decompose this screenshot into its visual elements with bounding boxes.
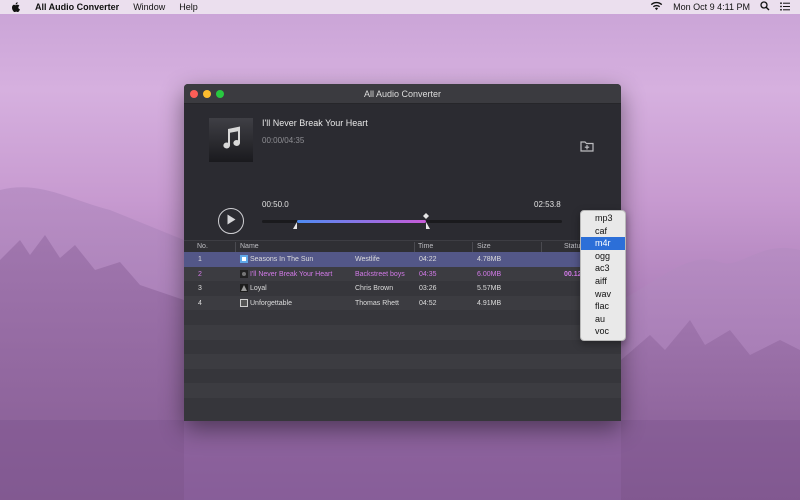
- player-panel: I'll Never Break Your Heart 00:00/04:35 …: [184, 104, 621, 240]
- track-artist: Westlife: [355, 256, 380, 263]
- track-artist: Backstreet boys: [355, 270, 405, 278]
- empty-row: [184, 383, 621, 398]
- menu-help[interactable]: Help: [179, 0, 198, 14]
- window-title: All Audio Converter: [363, 89, 442, 99]
- track-artist: Chris Brown: [355, 285, 394, 293]
- column-divider: [235, 242, 236, 252]
- track-duration: 04:52: [419, 299, 437, 307]
- track-size: 5.57MB: [477, 285, 502, 293]
- app-window: All Audio Converter I'll Never Break You…: [184, 84, 621, 421]
- add-folder-icon[interactable]: [580, 139, 594, 152]
- format-option-flac[interactable]: flac: [581, 300, 625, 313]
- format-option-voc[interactable]: voc: [581, 325, 625, 338]
- track-name: Loyal: [250, 285, 267, 293]
- album-art-thumbnail: [240, 298, 248, 307]
- format-option-m4r[interactable]: m4r: [581, 237, 625, 250]
- album-cover: [209, 118, 253, 162]
- row-number: 1: [198, 256, 202, 263]
- empty-row: [184, 339, 621, 355]
- menu-bar: All Audio Converter Window Help Mon Oct …: [0, 0, 800, 14]
- track-size: 4.91MB: [477, 299, 502, 307]
- trim-slider-track[interactable]: [262, 213, 562, 229]
- track-duration: 04:35: [419, 270, 437, 278]
- format-option-au[interactable]: au: [581, 313, 625, 326]
- track-size: 6.00MB: [477, 270, 502, 278]
- album-art-thumbnail: [240, 269, 248, 278]
- format-option-aiff[interactable]: aiff: [581, 275, 625, 288]
- playback-time: 00:00/04:35: [262, 136, 305, 145]
- menu-app-name[interactable]: All Audio Converter: [35, 0, 119, 14]
- empty-row: [184, 354, 621, 369]
- table-row[interactable]: 4 Unforgettable Thomas Rhett 04:52 4.91M…: [184, 295, 621, 311]
- empty-row: [184, 397, 621, 413]
- format-option-caf[interactable]: caf: [581, 225, 625, 238]
- column-divider: [472, 242, 473, 252]
- row-number: 2: [198, 270, 202, 278]
- format-option-ogg[interactable]: ogg: [581, 250, 625, 263]
- format-option-ac3[interactable]: ac3: [581, 262, 625, 275]
- album-art-thumbnail: [240, 284, 248, 293]
- track-name: Unforgettable: [250, 299, 293, 307]
- play-button[interactable]: [218, 208, 244, 234]
- format-dropdown-menu: mp3 caf m4r ogg ac3 aiff wav flac au voc: [580, 210, 626, 341]
- format-option-mp3[interactable]: mp3: [581, 212, 625, 225]
- empty-row: [184, 310, 621, 325]
- wifi-icon[interactable]: [650, 1, 663, 13]
- trim-start-handle[interactable]: [293, 213, 301, 229]
- file-table: No. Name Time Size Status 1 Seasons In T…: [184, 240, 621, 421]
- play-icon: [226, 212, 236, 230]
- table-row[interactable]: 1 Seasons In The Sun Westlife 04:22 4.78…: [184, 252, 621, 267]
- track-name: Seasons In The Sun: [250, 256, 314, 263]
- album-art-thumbnail: [240, 255, 248, 263]
- track-duration: 04:22: [419, 256, 437, 263]
- header-time[interactable]: Time: [418, 243, 433, 250]
- trim-end-handle[interactable]: [422, 213, 430, 229]
- format-option-wav[interactable]: wav: [581, 288, 625, 301]
- trim-end-time[interactable]: 02:53.8: [534, 200, 561, 209]
- header-no[interactable]: No.: [197, 243, 208, 250]
- empty-row: [184, 368, 621, 384]
- song-title: I'll Never Break Your Heart: [262, 118, 368, 128]
- music-note-icon: [220, 126, 242, 155]
- spotlight-search-icon[interactable]: [760, 1, 770, 13]
- trim-selection-range: [297, 220, 426, 223]
- track-duration: 03:26: [419, 285, 437, 293]
- column-divider: [541, 242, 542, 252]
- clock-text[interactable]: Mon Oct 9 4:11 PM: [673, 2, 750, 12]
- apple-menu-icon[interactable]: [11, 1, 23, 13]
- track-name: I'll Never Break Your Heart: [250, 270, 333, 278]
- track-status: 00.12: [564, 270, 582, 278]
- table-header: No. Name Time Size Status: [184, 240, 621, 252]
- empty-row: [184, 324, 621, 340]
- column-divider: [414, 242, 415, 252]
- menu-window[interactable]: Window: [133, 0, 165, 14]
- table-row[interactable]: 3 Loyal Chris Brown 03:26 5.57MB: [184, 281, 621, 296]
- row-number: 4: [198, 299, 202, 307]
- notification-center-icon[interactable]: [780, 1, 790, 13]
- track-artist: Thomas Rhett: [355, 299, 399, 307]
- header-size[interactable]: Size: [477, 243, 491, 250]
- header-name[interactable]: Name: [240, 243, 259, 250]
- trim-start-time[interactable]: 00:50.0: [262, 200, 289, 209]
- track-size: 4.78MB: [477, 256, 502, 263]
- table-row[interactable]: 2 I'll Never Break Your Heart Backstreet…: [184, 266, 621, 282]
- row-number: 3: [198, 285, 202, 293]
- title-bar: All Audio Converter: [184, 84, 621, 104]
